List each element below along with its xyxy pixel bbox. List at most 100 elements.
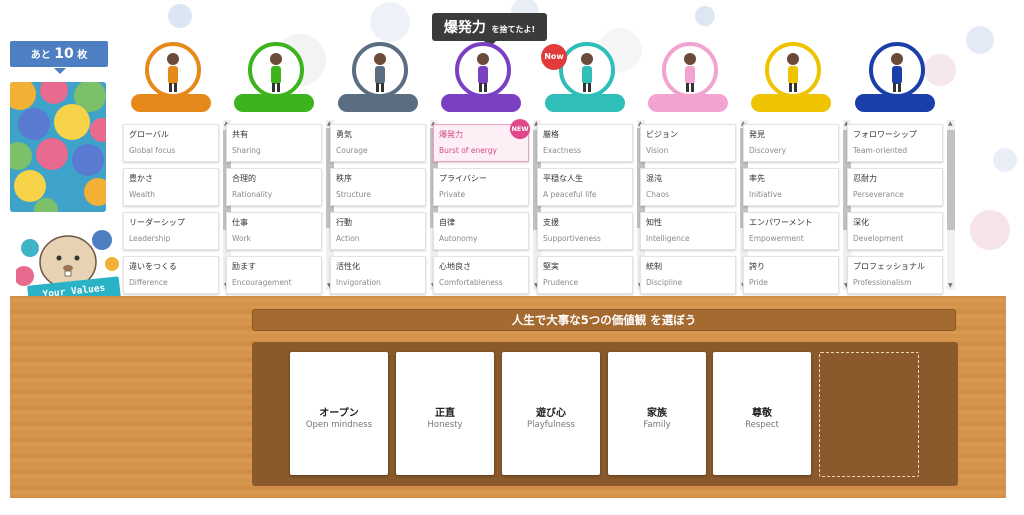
- value-card[interactable]: 誇り Pride: [743, 256, 839, 294]
- value-card-title: 率先: [749, 174, 765, 183]
- value-card-subtitle: Global focus: [129, 146, 176, 155]
- value-card-list: 発見 Discovery 率先 Initiative エンパワーメント Empowerme…: [743, 124, 839, 300]
- value-card[interactable]: 深化 Development: [847, 212, 943, 250]
- selected-value-card[interactable]: オープン Open mindness: [290, 352, 388, 475]
- value-card[interactable]: リーダーシップ Leadership: [123, 212, 219, 250]
- player-color-bar: [751, 94, 831, 112]
- selected-value-subtitle: Family: [643, 420, 671, 430]
- value-card[interactable]: 活性化 Invigoration: [330, 256, 426, 294]
- selected-value-card[interactable]: 家族 Family: [608, 352, 706, 475]
- person-icon: [270, 53, 282, 92]
- value-card-list: グローバル Global focus 豊かさ Wealth リーダーシップ Leaders…: [123, 124, 219, 300]
- value-card[interactable]: フォロワーシップ Team-oriented: [847, 124, 943, 162]
- selected-value-title: 家族: [647, 408, 667, 419]
- value-card[interactable]: 心地良さ Comfortableness: [433, 256, 529, 294]
- player-column: グローバル Global focus 豊かさ Wealth リーダーシップ Leaders…: [123, 40, 231, 294]
- selected-value-subtitle: Honesty: [427, 420, 463, 430]
- player-color-bar: [648, 94, 728, 112]
- selected-value-title: 正直: [435, 408, 455, 419]
- value-card[interactable]: 違いをつくる Difference: [123, 256, 219, 294]
- value-card-subtitle: Development: [853, 234, 904, 243]
- value-card[interactable]: 堅実 Prudence: [537, 256, 633, 294]
- person-icon: [787, 53, 799, 92]
- remaining-count: 10: [54, 46, 74, 62]
- scroll-down-icon[interactable]: ▼: [948, 282, 953, 290]
- remaining-cards-counter: あと 10 枚: [10, 41, 108, 74]
- player-avatar: [455, 42, 511, 98]
- value-card[interactable]: 率先 Initiative: [743, 168, 839, 206]
- value-card[interactable]: 爆発力 Burst of energy NEW: [433, 119, 530, 162]
- value-card-title: 深化: [853, 218, 869, 227]
- value-card[interactable]: 仕事 Work: [226, 212, 322, 250]
- value-card[interactable]: 共有 Sharing: [226, 124, 322, 162]
- value-card[interactable]: プライバシー Private: [433, 168, 529, 206]
- selected-value-card[interactable]: 尊敬 Respect: [713, 352, 811, 475]
- value-card[interactable]: 合理的 Rationality: [226, 168, 322, 206]
- person-icon: [581, 53, 593, 92]
- scroll-thumb[interactable]: [947, 130, 955, 230]
- value-card[interactable]: 豊かさ Wealth: [123, 168, 219, 206]
- card-list-scrollbar[interactable]: ▲▼: [947, 120, 955, 290]
- value-card-title: 自律: [439, 218, 455, 227]
- value-card-subtitle: Leadership: [129, 234, 171, 243]
- value-card[interactable]: エンパワーメント Empowerment: [743, 212, 839, 250]
- selected-value-subtitle: Respect: [745, 420, 779, 430]
- value-card[interactable]: 秩序 Structure: [330, 168, 426, 206]
- cat-icon: [167, 53, 179, 92]
- value-card[interactable]: 自律 Autonomy: [433, 212, 529, 250]
- value-card-title: 共有: [232, 130, 248, 139]
- value-card-title: 勇気: [336, 130, 352, 139]
- value-card-subtitle: Action: [336, 234, 360, 243]
- player-column: 共有 Sharing 合理的 Rationality 仕事 Work 励ます Encourag…: [226, 40, 334, 294]
- toast-suffix: を捨てたよ!: [491, 25, 536, 34]
- value-card[interactable]: 統制 Discipline: [640, 256, 736, 294]
- value-card-subtitle: Team-oriented: [853, 146, 908, 155]
- remaining-suffix: 枚: [77, 50, 88, 61]
- value-card-subtitle: Rationality: [232, 190, 273, 199]
- value-card[interactable]: グローバル Global focus: [123, 124, 219, 162]
- value-card[interactable]: 発見 Discovery: [743, 124, 839, 162]
- empty-value-slot[interactable]: [819, 352, 919, 477]
- player-color-bar: [855, 94, 935, 112]
- value-card-subtitle: Chaos: [646, 190, 670, 199]
- value-card-title: フォロワーシップ: [853, 130, 917, 139]
- value-card[interactable]: 知性 Intelligence: [640, 212, 736, 250]
- value-card[interactable]: 忍耐力 Perseverance: [847, 168, 943, 206]
- value-card[interactable]: ビジョン Vision: [640, 124, 736, 162]
- player-avatar: [248, 42, 304, 98]
- selected-value-card[interactable]: 遊び心 Playfulness: [502, 352, 600, 475]
- value-card-title: リーダーシップ: [129, 218, 185, 227]
- value-card[interactable]: 平穏な人生 A peaceful life: [537, 168, 633, 206]
- value-card[interactable]: 混沌 Chaos: [640, 168, 736, 206]
- speech-bubbles-pattern-icon: [10, 82, 106, 212]
- selected-value-title: 尊敬: [752, 408, 772, 419]
- value-card[interactable]: プロフェッショナル Professionalism: [847, 256, 943, 294]
- value-card-title: 堅実: [543, 262, 559, 271]
- value-card-title: 仕事: [232, 218, 248, 227]
- value-card-list: 共有 Sharing 合理的 Rationality 仕事 Work 励ます Encourag…: [226, 124, 322, 300]
- value-card-list: ビジョン Vision 混沌 Chaos 知性 Intelligence 統制 Discipl…: [640, 124, 736, 300]
- value-card-subtitle: Exactness: [543, 146, 582, 155]
- value-card-title: 平穏な人生: [543, 174, 583, 183]
- value-card-list: フォロワーシップ Team-oriented 忍耐力 Perseverance 深化 De…: [847, 124, 943, 300]
- value-card[interactable]: 励ます Encouragement: [226, 256, 322, 294]
- value-card-subtitle: Encouragement: [232, 278, 292, 287]
- card-deck[interactable]: [10, 82, 106, 212]
- value-card-title: 発見: [749, 130, 765, 139]
- value-card-title: プライバシー: [439, 174, 487, 183]
- value-card-title: 活性化: [336, 262, 360, 271]
- selected-value-card[interactable]: 正直 Honesty: [396, 352, 494, 475]
- value-card-subtitle: Prudence: [543, 278, 579, 287]
- value-card-subtitle: Wealth: [129, 190, 155, 199]
- value-card-title: 合理的: [232, 174, 256, 183]
- value-card[interactable]: 行動 Action: [330, 212, 426, 250]
- player-color-bar: [131, 94, 211, 112]
- value-card[interactable]: 厳格 Exactness: [537, 124, 633, 162]
- player-color-bar: [441, 94, 521, 112]
- value-card-list: 爆発力 Burst of energy NEW プライバシー Private 自律 Auto…: [433, 119, 530, 300]
- player-color-bar: [338, 94, 418, 112]
- value-card-title: 誇り: [749, 262, 765, 271]
- value-card[interactable]: 支援 Supportiveness: [537, 212, 633, 250]
- value-card[interactable]: 勇気 Courage: [330, 124, 426, 162]
- scroll-up-icon[interactable]: ▲: [948, 120, 953, 128]
